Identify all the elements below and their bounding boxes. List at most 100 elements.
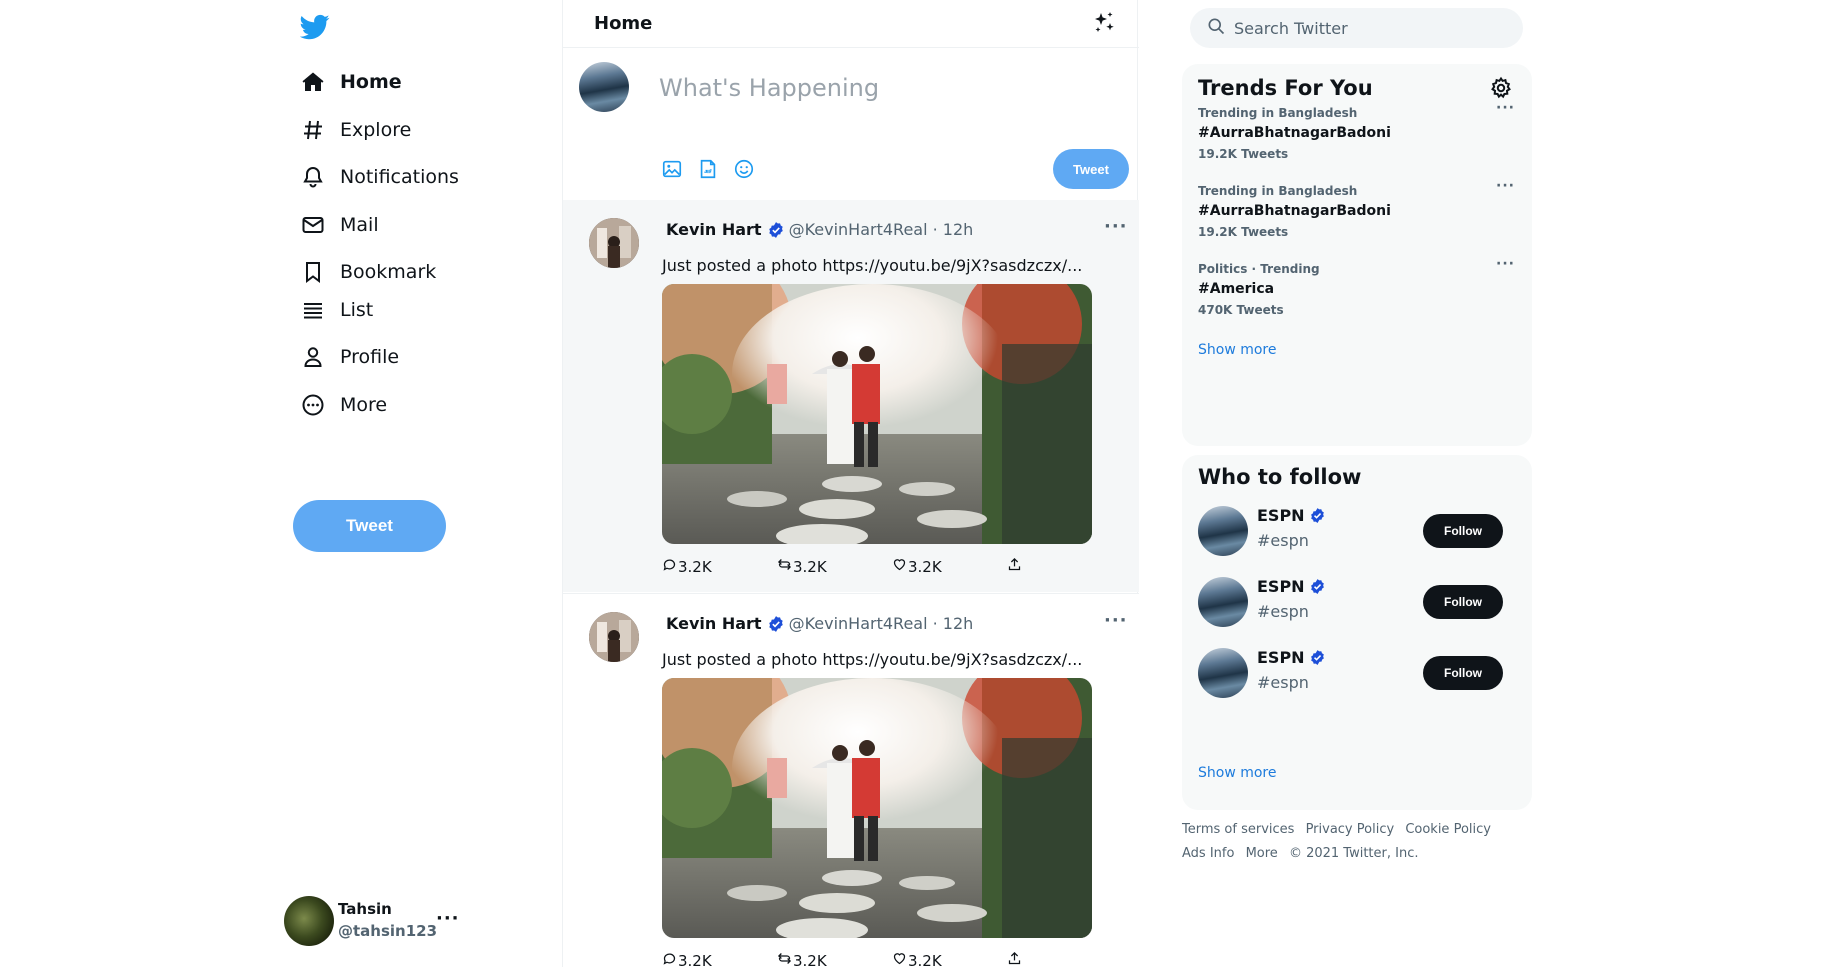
tweet-author: Kevin Hart @KevinHart4Real · 12h bbox=[666, 614, 973, 633]
gif-icon[interactable] bbox=[695, 156, 721, 182]
trend-item[interactable]: Trending in Bangladesh #AurraBhatnagarBa… bbox=[1198, 178, 1518, 254]
follow-button[interactable]: Follow bbox=[1423, 585, 1503, 619]
image-icon[interactable] bbox=[659, 156, 685, 182]
sparkle-icon[interactable] bbox=[1091, 10, 1117, 36]
compose-toolbar bbox=[659, 156, 757, 182]
right-column: Trends For You Trending in Bangladesh #A… bbox=[1182, 0, 1532, 967]
search-icon bbox=[1206, 16, 1226, 40]
tweet-author: Kevin Hart @KevinHart4Real · 12h bbox=[666, 220, 973, 239]
bookmark-icon bbox=[300, 259, 326, 285]
avatar bbox=[1198, 648, 1248, 698]
nav-more[interactable]: More bbox=[300, 385, 387, 425]
follow-name: ESPN bbox=[1257, 506, 1305, 525]
share-button[interactable] bbox=[1007, 557, 1022, 576]
follow-button[interactable]: Follow bbox=[1423, 656, 1503, 690]
tweet-text: Just posted a photo https://youtu.be/9jX… bbox=[662, 650, 1083, 669]
footer-privacy-link[interactable]: Privacy Policy bbox=[1306, 822, 1395, 837]
nav-mail[interactable]: Mail bbox=[300, 205, 379, 245]
avatar bbox=[1198, 577, 1248, 627]
retweet-button[interactable]: 3.2K bbox=[777, 557, 827, 576]
footer-more-link[interactable]: More bbox=[1246, 846, 1278, 861]
trend-item[interactable]: Politics · Trending #America 470K Tweets… bbox=[1198, 256, 1518, 332]
follow-name-row: ESPN bbox=[1257, 506, 1326, 525]
tweet-card[interactable]: Kevin Hart @KevinHart4Real · 12h ··· Jus… bbox=[563, 593, 1139, 967]
reply-button[interactable]: 3.2K bbox=[662, 951, 712, 967]
nav-bookmark[interactable]: Bookmark bbox=[300, 252, 436, 292]
avatar bbox=[589, 612, 639, 662]
follow-handle: #espn bbox=[1257, 602, 1309, 621]
home-feed: Home What's Happening Tweet Kevin Hart @… bbox=[562, 0, 1139, 967]
retweet-icon bbox=[777, 557, 792, 576]
share-button[interactable] bbox=[1007, 951, 1022, 967]
compose-tweet-button[interactable]: Tweet bbox=[1053, 149, 1129, 189]
follow-name: ESPN bbox=[1257, 648, 1305, 667]
tweet-author-name[interactable]: Kevin Hart bbox=[666, 614, 762, 633]
retweet-count: 3.2K bbox=[793, 557, 827, 576]
trend-more-icon[interactable]: ··· bbox=[1496, 256, 1515, 272]
account-menu-icon[interactable]: ··· bbox=[436, 908, 460, 929]
follow-show-more-link[interactable]: Show more bbox=[1198, 765, 1277, 781]
trend-context: Trending in Bangladesh bbox=[1198, 184, 1358, 198]
like-count: 3.2K bbox=[908, 557, 942, 576]
gear-icon[interactable] bbox=[1489, 76, 1515, 102]
trend-item[interactable]: Trending in Bangladesh #AurraBhatnagarBa… bbox=[1198, 100, 1518, 176]
tweet-author-handle: @KevinHart4Real · 12h bbox=[788, 220, 974, 239]
follow-name: ESPN bbox=[1257, 577, 1305, 596]
tweet-button[interactable]: Tweet bbox=[293, 500, 446, 552]
who-to-follow-title: Who to follow bbox=[1198, 465, 1362, 489]
follow-button[interactable]: Follow bbox=[1423, 514, 1503, 548]
like-button[interactable]: 3.2K bbox=[892, 557, 942, 576]
tweet-card[interactable]: Kevin Hart @KevinHart4Real · 12h ··· Jus… bbox=[563, 200, 1139, 592]
retweet-icon bbox=[777, 951, 792, 967]
trend-count: 19.2K Tweets bbox=[1198, 225, 1289, 239]
compose-box: What's Happening Tweet bbox=[563, 48, 1139, 200]
nav-mail-label: Mail bbox=[340, 214, 379, 236]
reply-button[interactable]: 3.2K bbox=[662, 557, 712, 576]
reply-icon bbox=[662, 557, 677, 576]
tweet-photo[interactable] bbox=[662, 678, 1092, 938]
trends-show-more-link[interactable]: Show more bbox=[1198, 342, 1277, 358]
tweet-author-name[interactable]: Kevin Hart bbox=[666, 220, 762, 239]
nav-explore-label: Explore bbox=[340, 119, 412, 141]
follow-suggestion[interactable]: ESPN #espn Follow bbox=[1198, 648, 1518, 704]
search-input[interactable] bbox=[1234, 18, 1494, 38]
avatar bbox=[1198, 506, 1248, 556]
verified-badge-icon bbox=[1309, 507, 1326, 524]
nav-explore[interactable]: Explore bbox=[300, 110, 411, 150]
hashtag-icon bbox=[300, 117, 326, 143]
like-button[interactable]: 3.2K bbox=[892, 951, 942, 967]
verified-badge-icon bbox=[1309, 649, 1326, 666]
retweet-count: 3.2K bbox=[793, 951, 827, 967]
tweet-more-icon[interactable]: ··· bbox=[1104, 610, 1128, 631]
trend-count: 19.2K Tweets bbox=[1198, 147, 1289, 161]
trend-tag: #AurraBhatnagarBadoni bbox=[1198, 125, 1391, 141]
tweet-photo[interactable] bbox=[662, 284, 1092, 544]
tweet-author-handle: @KevinHart4Real · 12h bbox=[788, 614, 974, 633]
trend-more-icon[interactable]: ··· bbox=[1496, 100, 1515, 116]
footer-terms-link[interactable]: Terms of services bbox=[1182, 822, 1294, 837]
follow-suggestion[interactable]: ESPN #espn Follow bbox=[1198, 577, 1518, 633]
nav-notifications-label: Notifications bbox=[340, 166, 459, 188]
retweet-button[interactable]: 3.2K bbox=[777, 951, 827, 967]
bell-icon bbox=[300, 164, 326, 190]
search-bar[interactable] bbox=[1190, 8, 1523, 48]
footer-cookie-link[interactable]: Cookie Policy bbox=[1405, 822, 1491, 837]
tweet-more-icon[interactable]: ··· bbox=[1104, 216, 1128, 237]
avatar bbox=[589, 218, 639, 268]
trend-tag: #AurraBhatnagarBadoni bbox=[1198, 203, 1391, 219]
nav-notifications[interactable]: Notifications bbox=[300, 157, 459, 197]
trend-context: Politics · Trending bbox=[1198, 262, 1320, 276]
account-name: Tahsin bbox=[338, 900, 392, 918]
nav-home[interactable]: Home bbox=[300, 62, 402, 102]
nav-profile[interactable]: Profile bbox=[300, 337, 399, 377]
emoji-icon[interactable] bbox=[731, 156, 757, 182]
twitter-logo-icon[interactable] bbox=[299, 12, 330, 40]
trend-more-icon[interactable]: ··· bbox=[1496, 178, 1515, 194]
compose-input[interactable]: What's Happening bbox=[659, 74, 879, 102]
footer-ads-link[interactable]: Ads Info bbox=[1182, 846, 1234, 861]
feed-header: Home bbox=[563, 0, 1139, 48]
home-icon bbox=[300, 69, 326, 95]
account-switcher[interactable]: Tahsin @tahsin123 ··· bbox=[284, 896, 464, 950]
follow-suggestion[interactable]: ESPN #espn Follow bbox=[1198, 506, 1518, 562]
nav-list[interactable]: List bbox=[300, 290, 373, 330]
